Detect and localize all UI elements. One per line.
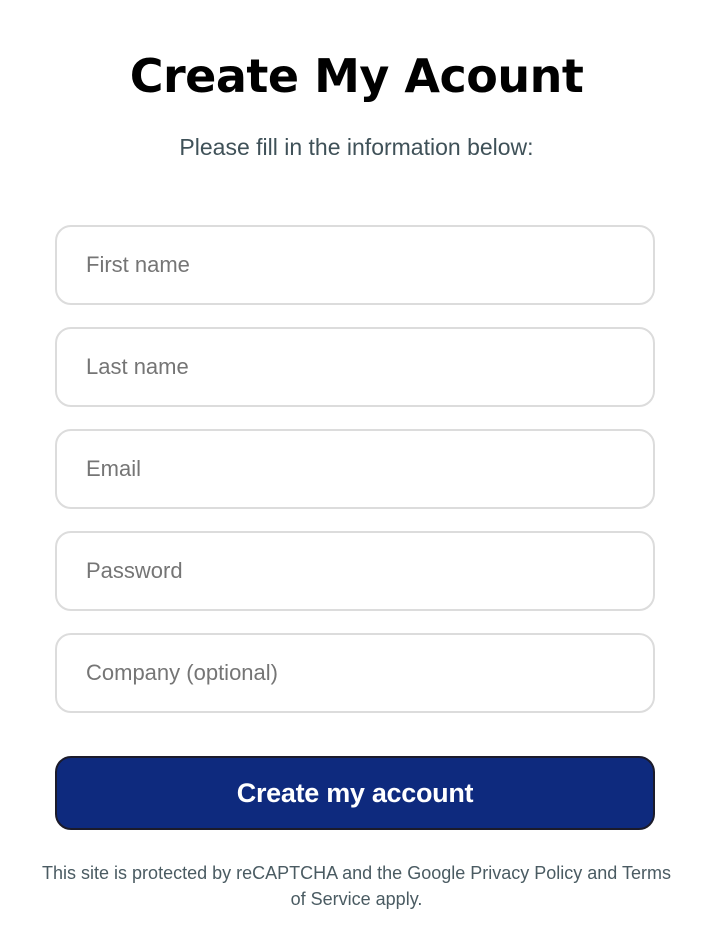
create-account-page: Create My Acount Please fill in the info… bbox=[0, 0, 713, 941]
recaptcha-notice: This site is protected by reCAPTCHA and … bbox=[42, 863, 671, 909]
email-field[interactable] bbox=[55, 429, 655, 509]
first-name-field[interactable] bbox=[55, 225, 655, 305]
company-field[interactable] bbox=[55, 633, 655, 713]
create-account-button[interactable]: Create my account bbox=[55, 756, 655, 830]
password-field[interactable] bbox=[55, 531, 655, 611]
form-subtitle: Please fill in the information below: bbox=[179, 134, 534, 160]
page-title: Create My Acount bbox=[129, 49, 584, 103]
last-name-field[interactable] bbox=[55, 327, 655, 407]
